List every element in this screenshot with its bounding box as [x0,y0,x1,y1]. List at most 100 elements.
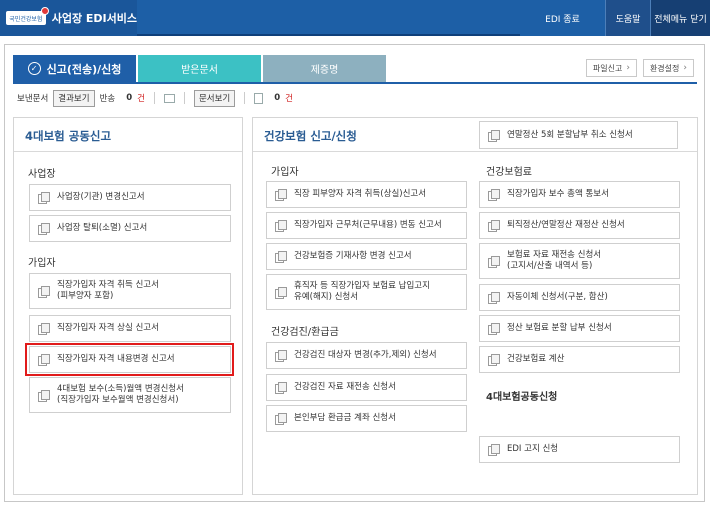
item-label: 본인부담 환급금 계좌 신청서 [294,413,396,424]
document-icon [275,251,287,263]
item-label: 직장가입자 보수 총액 통보서 [507,189,609,200]
help-button[interactable]: 도움말 [605,0,650,36]
list-item-checkup-resend[interactable]: 건강검진 자료 재전송 신청서 [266,374,467,401]
list-item-workplace-move[interactable]: 직장가입자 근무처(근무내용) 변동 신고서 [266,212,467,239]
item-label: 직장가입자 자격 상실 신고서 [57,323,159,334]
divider [153,92,155,104]
tab-submit-request[interactable]: ✓ 신고(전송)/신청 [13,55,136,82]
tab-underline [13,82,697,84]
item-label: 자동이체 신청서(구분, 합산) [507,292,608,303]
return-label: 반송 [99,94,116,104]
logo-area: 국민건강보험 사업장 EDI서비스 [0,0,137,36]
result-view-button[interactable]: 결과보기 [53,89,95,107]
document-count: 0 [274,93,281,103]
envelope-icon [163,93,175,103]
divider [244,92,246,104]
item-label: 사업장 탈퇴(소멸) 신고서 [57,223,148,234]
logo-dot-icon [40,7,49,15]
section-title: 사업장 [28,169,56,180]
app-title: 사업장 EDI서비스 [51,12,137,25]
document-icon [275,286,287,299]
list-item-edi-notice[interactable]: EDI 고지 신청 [479,436,680,463]
list-item-installment[interactable]: 정산 보험료 분할 납부 신청서 [479,315,680,342]
section-title: 4대보험공동신청 [486,392,558,403]
item-label-line: (고지서/산출 내역서 등) [507,261,593,271]
sent-documents-label: 보낸문서 [17,94,49,104]
list-item-premium-calc[interactable]: 건강보험료 계산 [479,346,680,373]
list-item-leave-deferral[interactable]: 휴직자 등 직장가입자 보험료 납입고지 유예(해지) 신청서 [266,274,467,310]
document-view-button[interactable]: 문서보기 [193,89,236,107]
document-icon [275,189,287,201]
document-icon [38,223,50,235]
section-title: 가입자 [271,167,299,178]
panel-divider [253,151,697,152]
list-item-workplace-withdraw[interactable]: 사업장 탈퇴(소멸) 신고서 [29,215,231,242]
document-icon [38,192,50,204]
file-report-label: 파일신고 [592,63,623,73]
tab-received-documents[interactable]: 받은문서 [138,55,261,82]
logo-text: 국민건강보험 [9,15,43,23]
document-icon [275,350,287,362]
list-item-loss[interactable]: 직장가입자 자격 상실 신고서 [29,315,231,342]
item-label: 4대보험 보수(소득)월액 변경신청서 (직장가입자 보수월액 변경신청서) [57,384,184,405]
item-label-line: 보험료 자료 재전송 신청서 [507,250,602,261]
document-icon [488,323,500,335]
document-icon [488,220,500,232]
file-report-button[interactable]: 파일신고 › [585,59,637,77]
item-label: 사업장(기관) 변경신고서 [57,192,145,203]
item-label-line: 직장가입자 자격 취득 신고서 [57,280,159,291]
item-label: 연말정산 5회 분할납부 취소 신청서 [507,129,633,140]
document-icon [275,413,287,425]
item-label: EDI 고지 신청 [507,444,559,455]
document-icon [38,323,50,335]
list-item-installment-cancel[interactable]: 연말정산 5회 분할납부 취소 신청서 [479,121,678,149]
document-icon [38,285,50,298]
list-item-refund-account[interactable]: 본인부담 환급금 계좌 신청서 [266,405,467,432]
list-item-acquisition[interactable]: 직장가입자 자격 취득 신고서 (피부양자 포함) [29,273,231,309]
chevron-right-icon: › [683,63,687,73]
close-all-menus-button[interactable]: 전체메뉴 닫기 [650,0,710,36]
check-circle-icon: ✓ [27,62,41,75]
item-label: 직장가입자 자격 취득 신고서 (피부양자 포함) [57,280,159,301]
health-insurance-panel: 건강보험 신고/신청 연말정산 5회 분할납부 취소 신청서 가입자 직장 피부… [252,117,698,495]
tab-submit-label: 신고(전송)/신청 [46,62,122,76]
document-icon [488,129,500,142]
list-item-card-change[interactable]: 건강보험증 기재사항 변경 신고서 [266,243,467,270]
section-title: 건강검진/환급금 [271,327,339,338]
settings-button[interactable]: 환경설정 › [642,59,694,77]
list-item-premium-resend[interactable]: 보험료 자료 재전송 신청서 (고지서/산출 내역서 등) [479,243,680,279]
list-item-checkup-target[interactable]: 건강검진 대상자 변경(추가,제외) 신청서 [266,342,467,369]
item-label: 직장가입자 근무처(근무내용) 변동 신고서 [294,220,442,231]
document-icon [488,354,500,366]
list-item-salary-change[interactable]: 4대보험 보수(소득)월액 변경신청서 (직장가입자 보수월액 변경신청서) [29,377,231,413]
divider [183,92,185,104]
list-item-workplace-change[interactable]: 사업장(기관) 변경신고서 [29,184,231,211]
list-item-dependent[interactable]: 직장 피부양자 자격 취득(상실)신고서 [266,181,467,208]
list-item-resettlement[interactable]: 퇴직정산/연말정산 재정산 신청서 [479,212,680,239]
right-links: 파일신고 › 환경설정 › [585,59,694,77]
list-item-auto-transfer[interactable]: 자동이체 신청서(구분, 합산) [479,284,680,311]
section-title: 가입자 [28,258,56,269]
document-icon [275,220,287,232]
list-item-salary-total[interactable]: 직장가입자 보수 총액 통보서 [479,181,680,208]
section-title: 건강보험료 [486,167,532,178]
joint-report-panel: 4대보험 공동신고 사업장 사업장(기관) 변경신고서 사업장 탈퇴(소멸) 신… [13,117,243,495]
tab-bar: ✓ 신고(전송)/신청 받은문서 제증명 [13,55,386,82]
item-label: 보험료 자료 재전송 신청서 (고지서/산출 내역서 등) [507,250,601,271]
item-label-line: 휴직자 등 직장가입자 보험료 납입고지 [294,281,430,292]
main-frame: ✓ 신고(전송)/신청 받은문서 제증명 파일신고 › 환경설정 › 보낸문서 … [4,44,705,502]
document-icon [275,382,287,394]
edi-end-button[interactable]: EDI 종료 [520,0,605,36]
item-label-line: 4대보험 보수(소득)월액 변경신청서 [57,384,184,395]
item-label: 직장 피부양자 자격 취득(상실)신고서 [294,189,427,200]
return-count: 0 [126,93,133,103]
chevron-right-icon: › [626,63,630,73]
status-row: 보낸문서 결과보기 반송 0 건 문서보기 0 건 [17,88,293,108]
document-icon [488,255,500,268]
tab-certificate[interactable]: 제증명 [263,55,386,82]
document-icon [38,389,50,402]
return-count-unit: 건 [137,94,145,104]
nhis-logo: 국민건강보험 [6,7,49,25]
document-icon [488,189,500,201]
item-label-line: (직장가입자 보수월액 변경신청서) [57,395,179,405]
